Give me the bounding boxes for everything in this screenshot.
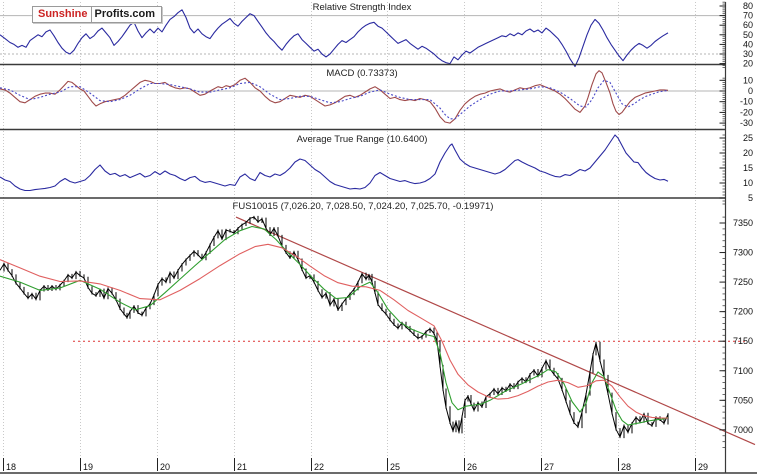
svg-text:7100: 7100: [733, 366, 753, 376]
svg-text:7300: 7300: [733, 248, 753, 258]
logo-profits-text: Profits.com: [94, 8, 156, 20]
svg-text:-30: -30: [740, 118, 753, 128]
svg-text:-20: -20: [740, 107, 753, 117]
price-panel-title: FUS10015 (7,026.20, 7,028.50, 7,024.20, …: [232, 201, 494, 212]
atr-panel-title: Average True Range (10.6400): [296, 134, 428, 145]
svg-text:28: 28: [621, 462, 631, 472]
svg-text:0: 0: [748, 86, 753, 96]
svg-text:18: 18: [6, 462, 16, 472]
svg-text:19: 19: [83, 462, 93, 472]
svg-text:20: 20: [743, 148, 753, 158]
svg-text:7350: 7350: [733, 218, 753, 228]
svg-text:5: 5: [748, 193, 753, 203]
svg-text:25: 25: [390, 462, 400, 472]
sunshine-profits-logo: Sunshine Profits.com: [32, 6, 163, 23]
svg-text:20: 20: [160, 462, 170, 472]
svg-text:21: 21: [237, 462, 247, 472]
svg-text:10: 10: [743, 178, 753, 188]
svg-text:30: 30: [743, 49, 753, 59]
svg-text:80: 80: [743, 1, 753, 11]
svg-text:25: 25: [743, 133, 753, 143]
chart-image: 80 70 60 50 40 30 20 10 0 -10 -20 -30 25 20 15 10 5 7350 7…: [0, 0, 757, 475]
macd-panel-title: MACD (0.73373): [326, 68, 398, 79]
svg-text:50: 50: [743, 30, 753, 40]
svg-text:29: 29: [698, 462, 708, 472]
svg-text:60: 60: [743, 20, 753, 30]
svg-text:10: 10: [743, 75, 753, 85]
logo-sunshine-text: Sunshine: [33, 7, 92, 22]
svg-text:7200: 7200: [733, 307, 753, 317]
svg-text:15: 15: [743, 163, 753, 173]
svg-text:7000: 7000: [733, 425, 753, 435]
svg-text:7050: 7050: [733, 395, 753, 405]
svg-text:7250: 7250: [733, 277, 753, 287]
svg-text:22: 22: [314, 462, 324, 472]
svg-text:70: 70: [743, 11, 753, 21]
svg-text:20: 20: [743, 59, 753, 69]
rsi-panel-title: Relative Strength Index: [312, 2, 412, 13]
svg-text:7150: 7150: [733, 336, 753, 346]
svg-text:26: 26: [467, 462, 477, 472]
svg-text:27: 27: [544, 462, 554, 472]
svg-text:-10: -10: [740, 97, 753, 107]
svg-text:40: 40: [743, 39, 753, 49]
